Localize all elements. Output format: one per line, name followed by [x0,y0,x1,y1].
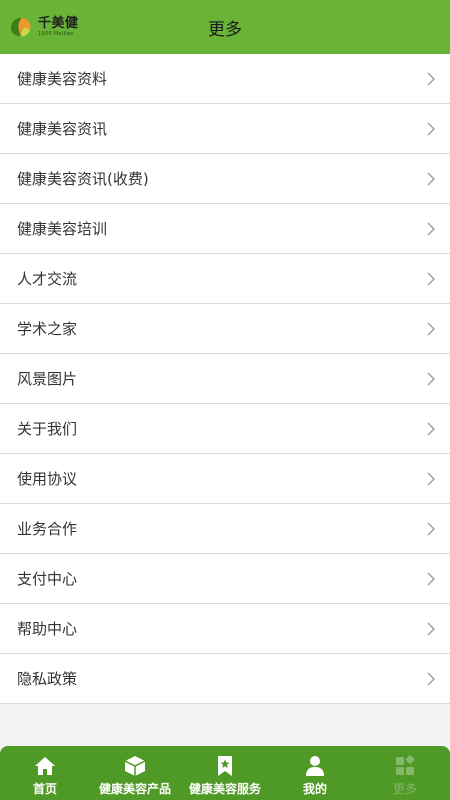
home-icon [35,757,55,775]
page-title: 更多 [208,19,242,40]
person-icon [306,756,324,776]
menu-item-label: 关于我们 [17,420,78,438]
menu-item-label: 健康美容培训 [17,220,108,238]
more-menu-list: 健康美容资料 健康美容资讯 健康美容资讯(收费) 健康美容培训 人才交流 学术之… [0,54,450,704]
tab-more[interactable]: 更多 [360,746,450,800]
chevron-right-icon [427,622,435,635]
chevron-right-icon [427,522,435,535]
tab-label: 健康美容服务 [188,782,261,796]
menu-item-talent-exchange[interactable]: 人才交流 [0,254,450,304]
tab-label: 我的 [302,782,327,796]
bottom-tab-bar: 首页 健康美容产品 健康美容服务 我的 更多 [0,746,450,800]
menu-item-health-beauty-training[interactable]: 健康美容培训 [0,204,450,254]
chevron-right-icon [427,222,435,235]
menu-item-label: 学术之家 [17,320,78,338]
menu-item-terms-of-use[interactable]: 使用协议 [0,454,450,504]
menu-item-label: 健康美容资讯 [17,120,108,138]
chevron-right-icon [427,372,435,385]
chevron-right-icon [427,322,435,335]
tab-products[interactable]: 健康美容产品 [90,746,180,800]
tab-services[interactable]: 健康美容服务 [180,746,270,800]
menu-item-health-beauty-news[interactable]: 健康美容资讯 [0,104,450,154]
menu-item-about-us[interactable]: 关于我们 [0,404,450,454]
chevron-right-icon [427,72,435,85]
logo-icon [11,17,31,37]
tab-label: 健康美容产品 [98,782,171,796]
menu-item-label: 健康美容资料 [17,70,108,88]
tab-label: 更多 [392,782,417,796]
chevron-right-icon [427,172,435,185]
tab-home[interactable]: 首页 [0,746,90,800]
menu-item-label: 风景图片 [17,370,78,388]
chevron-right-icon [427,672,435,685]
tab-label: 首页 [32,782,57,796]
menu-item-label: 健康美容资讯(收费) [17,170,149,188]
menu-item-label: 人才交流 [17,270,78,288]
menu-item-academic-home[interactable]: 学术之家 [0,304,450,354]
chevron-right-icon [427,472,435,485]
logo-text-en: 1000 MeiJian [38,31,74,37]
menu-item-label: 业务合作 [17,520,78,538]
menu-item-payment-center[interactable]: 支付中心 [0,554,450,604]
chevron-right-icon [427,572,435,585]
bookmark-star-icon [218,756,232,776]
grid-icon [396,755,415,775]
app-logo: 千美健 1000 MeiJian [8,11,79,43]
menu-item-label: 支付中心 [17,570,78,588]
header-bar: 千美健 1000 MeiJian 更多 [0,0,450,54]
menu-item-label: 帮助中心 [17,620,78,638]
menu-item-privacy-policy[interactable]: 隐私政策 [0,654,450,704]
chevron-right-icon [427,272,435,285]
menu-item-scenery-pictures[interactable]: 风景图片 [0,354,450,404]
menu-item-label: 使用协议 [17,470,78,488]
chevron-right-icon [427,422,435,435]
menu-item-label: 隐私政策 [17,670,78,688]
menu-item-help-center[interactable]: 帮助中心 [0,604,450,654]
menu-item-health-beauty-data[interactable]: 健康美容资料 [0,54,450,104]
box-icon [124,756,146,776]
chevron-right-icon [427,122,435,135]
tab-mine[interactable]: 我的 [270,746,360,800]
logo-text-cn: 千美健 [38,16,79,31]
menu-item-health-beauty-news-paid[interactable]: 健康美容资讯(收费) [0,154,450,204]
menu-item-business-cooperation[interactable]: 业务合作 [0,504,450,554]
